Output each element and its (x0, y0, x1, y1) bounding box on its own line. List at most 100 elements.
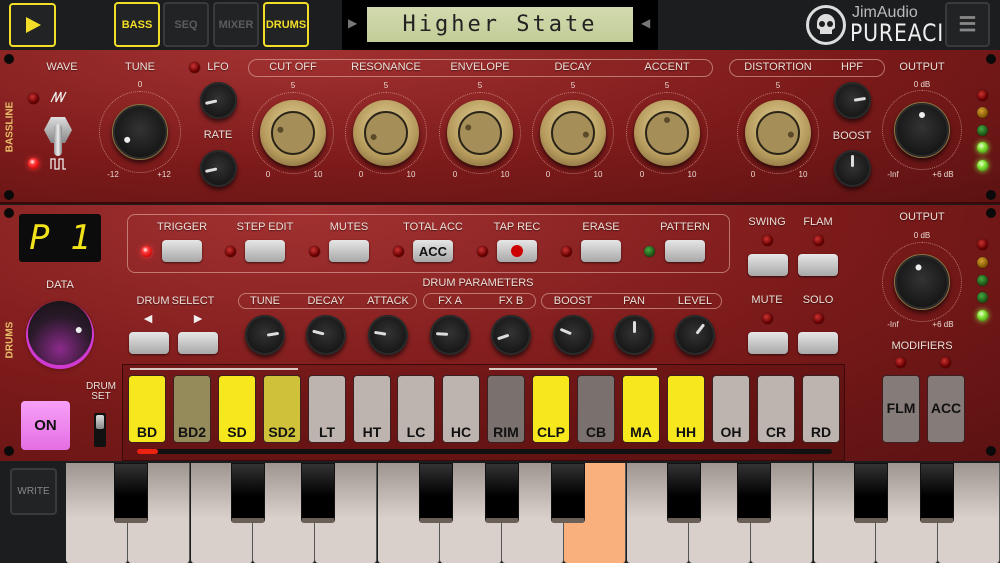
drum-pad-ht[interactable]: HT (353, 375, 391, 443)
pattern-display: P 1 (19, 214, 101, 262)
drum-pad-cb[interactable]: CB (577, 375, 615, 443)
envelope-scale-mid: 5 (477, 81, 483, 90)
play-icon (25, 17, 41, 33)
drum-pan-knob[interactable] (614, 315, 654, 355)
step-edit-button[interactable] (245, 240, 285, 262)
drum-tune-knob[interactable] (245, 315, 285, 355)
drum-pad-ma[interactable]: MA (622, 375, 660, 443)
erase-button[interactable] (581, 240, 621, 262)
black-key[interactable] (231, 463, 265, 523)
tune-knob[interactable] (112, 104, 168, 160)
black-key[interactable] (485, 463, 519, 523)
drum-pad-rim[interactable]: RIM (487, 375, 525, 443)
menu-button[interactable]: ☰ (945, 2, 990, 47)
skull-logo-icon (806, 5, 846, 45)
drum-prev-button[interactable] (129, 332, 169, 354)
rate-knob[interactable] (200, 150, 237, 187)
drum-tune-label: TUNE (250, 295, 280, 307)
distortion-knob[interactable] (745, 100, 811, 166)
drums-output-top: 0 dB (913, 231, 931, 240)
drum-pad-cr[interactable]: CR (757, 375, 795, 443)
resonance-label: RESONANCE (351, 61, 421, 73)
black-key[interactable] (854, 463, 888, 523)
tab-drums[interactable]: DRUMS (263, 2, 309, 47)
drum-fx-a-knob[interactable] (430, 315, 470, 355)
bass-meter-led (976, 159, 988, 171)
preset-next-button[interactable]: ▶ (348, 16, 357, 30)
envelope-knob[interactable] (447, 100, 513, 166)
drums-output-knob[interactable] (894, 254, 950, 310)
data-knob[interactable] (28, 301, 92, 365)
black-key[interactable] (551, 463, 585, 523)
write-button[interactable]: WRITE (10, 468, 57, 515)
tab-mixer[interactable]: MIXER (213, 2, 259, 47)
pattern-label: PATTERN (660, 221, 710, 233)
drum-pad-lc[interactable]: LC (397, 375, 435, 443)
lfo-knob[interactable] (200, 82, 237, 119)
boost-knob[interactable] (834, 150, 871, 187)
mute-button[interactable] (748, 332, 788, 354)
decay-knob[interactable] (540, 100, 606, 166)
drum-attack-label: ATTACK (367, 295, 409, 307)
drum-boost-knob[interactable] (553, 315, 593, 355)
drums-on-button[interactable]: ON (21, 401, 70, 450)
acc-modifier-button[interactable]: ACC (927, 375, 965, 443)
drum-fx-b-knob[interactable] (491, 315, 531, 355)
drum-set-switch[interactable] (94, 413, 106, 447)
swing-button[interactable] (748, 254, 788, 276)
lfo-label: LFO (207, 61, 229, 73)
drum-level-label: LEVEL (677, 295, 713, 307)
black-key[interactable] (667, 463, 701, 523)
black-key[interactable] (114, 463, 148, 523)
drum-next-arrow-icon: ► (191, 310, 205, 326)
drum-pad-bd[interactable]: BD (128, 375, 166, 443)
cutoff-knob[interactable] (260, 100, 326, 166)
drum-next-button[interactable] (178, 332, 218, 354)
black-key[interactable] (419, 463, 453, 523)
drum-pad-lt[interactable]: LT (308, 375, 346, 443)
preset-prev-button[interactable]: ◀ (641, 16, 650, 30)
drum-pad-rd[interactable]: RD (802, 375, 840, 443)
bassline-label: BASSLINE (4, 101, 16, 153)
drum-pad-bd2[interactable]: BD2 (173, 375, 211, 443)
drum-prev-arrow-icon: ◄ (141, 310, 155, 326)
solo-button[interactable] (798, 332, 838, 354)
drum-pad-oh[interactable]: OH (712, 375, 750, 443)
drum-pad-sd2[interactable]: SD2 (263, 375, 301, 443)
step-progress-fill (137, 449, 158, 454)
black-key[interactable] (920, 463, 954, 523)
mutes-led (308, 245, 320, 257)
drums-output-min: -Inf (887, 320, 899, 329)
total-acc-button[interactable]: ACC (413, 240, 453, 262)
bass-output-knob[interactable] (894, 102, 950, 158)
flm-modifier-button[interactable]: FLM (882, 375, 920, 443)
pattern-led (643, 245, 655, 257)
tab-seq[interactable]: SEQ (163, 2, 209, 47)
drum-pad-sd[interactable]: SD (218, 375, 256, 443)
hpf-knob[interactable] (834, 82, 871, 119)
drum-pad-hh[interactable]: HH (667, 375, 705, 443)
trigger-button[interactable] (162, 240, 202, 262)
drum-pad-hc[interactable]: HC (442, 375, 480, 443)
drum-attack-knob[interactable] (368, 315, 408, 355)
drum-fx-b-label: FX B (498, 295, 524, 307)
resonance-knob[interactable] (353, 100, 419, 166)
black-key[interactable] (737, 463, 771, 523)
play-button[interactable] (9, 3, 56, 47)
drum-decay-knob[interactable] (306, 315, 346, 355)
flam-button[interactable] (798, 254, 838, 276)
tune-scale-min: -12 (107, 170, 119, 179)
swing-label: SWING (748, 216, 786, 228)
tap-rec-led (476, 245, 488, 257)
pattern-button[interactable] (665, 240, 705, 262)
tap-rec-button[interactable] (497, 240, 537, 262)
drum-level-knob[interactable] (675, 315, 715, 355)
rate-label: RATE (203, 129, 233, 141)
resonance-scale-mid: 5 (383, 81, 389, 90)
screw (986, 208, 996, 218)
tab-bass[interactable]: BASS (114, 2, 160, 47)
drum-pad-clp[interactable]: CLP (532, 375, 570, 443)
black-key[interactable] (301, 463, 335, 523)
mutes-button[interactable] (329, 240, 369, 262)
accent-knob[interactable] (634, 100, 700, 166)
